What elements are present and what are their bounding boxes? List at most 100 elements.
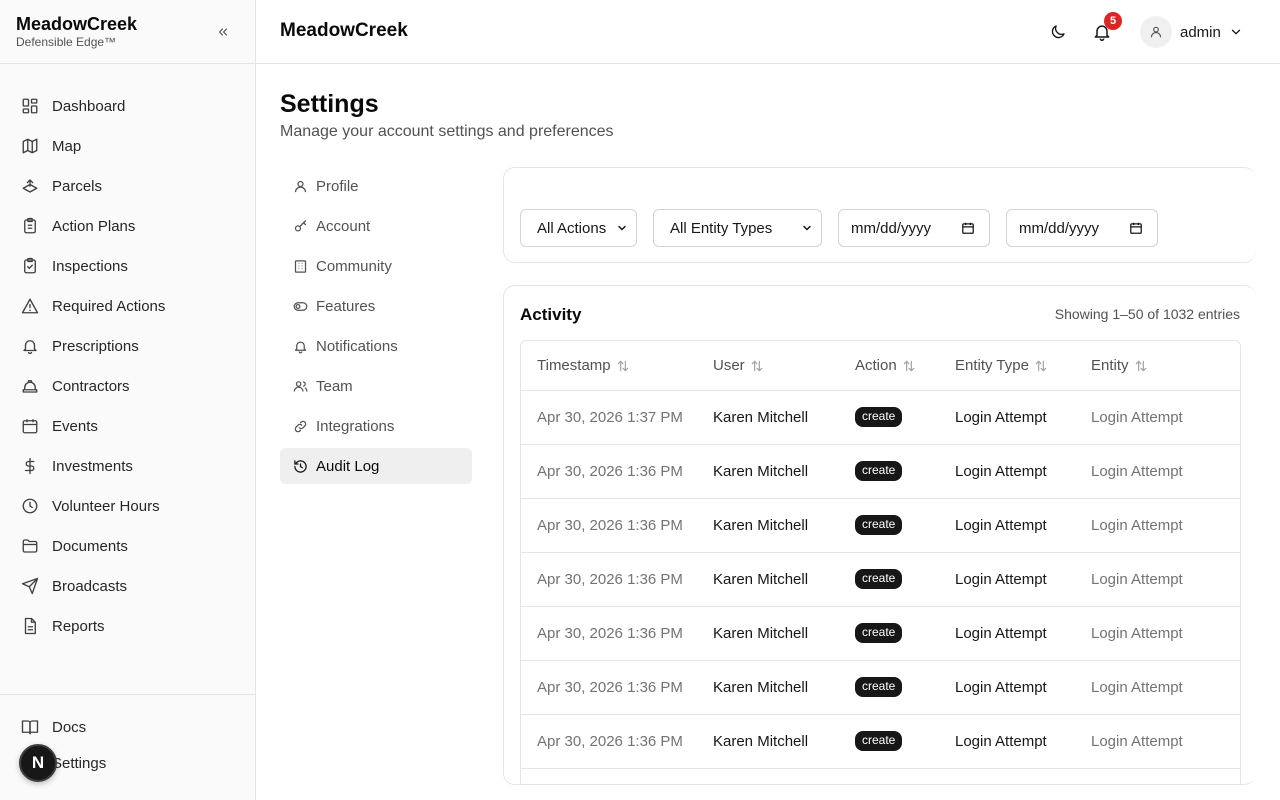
table-row[interactable]: Apr 30, 2026 1:36 PM Karen Mitchell crea… <box>521 607 1240 661</box>
action-badge: create <box>855 677 903 697</box>
cell-timestamp: Apr 30, 2026 1:36 PM <box>537 517 683 534</box>
cell-entity-type: Login Attempt <box>955 463 1047 480</box>
cell-user: Karen Mitchell <box>713 679 809 696</box>
sidebar-item-contractors[interactable]: Contractors <box>0 366 255 406</box>
settings-tab-notifications[interactable]: Notifications <box>280 328 472 364</box>
sidebar-item-label: Broadcasts <box>52 577 128 595</box>
cell-timestamp: Apr 30, 2026 1:36 PM <box>537 625 683 642</box>
cell-action: create <box>855 569 903 589</box>
cell-timestamp: Apr 30, 2026 1:36 PM <box>537 679 683 696</box>
activity-card: Activity Showing 1–50 of 1032 entries Ti… <box>503 285 1256 785</box>
sidebar-item-label: Action Plans <box>52 217 136 235</box>
table-row[interactable]: Apr 30, 2026 1:37 PM Karen Mitchell crea… <box>521 391 1240 445</box>
clipboard-check-icon <box>20 256 40 276</box>
sidebar-item-parcels[interactable]: Parcels <box>0 166 255 206</box>
book-icon <box>20 717 40 737</box>
sidebar-item-action-plans[interactable]: Action Plans <box>0 206 255 246</box>
settings-tab-features[interactable]: Features <box>280 288 472 324</box>
sidebar-item-docs[interactable]: Docs <box>0 709 255 745</box>
table-header: Timestamp User Action Entity Type Entity <box>521 341 1240 391</box>
column-label: User <box>713 357 745 374</box>
hard-hat-icon <box>20 376 40 396</box>
dollar-icon <box>20 456 40 476</box>
sidebar-item-label: Parcels <box>52 177 103 195</box>
settings-tab-team[interactable]: Team <box>280 368 472 404</box>
sidebar-item-investments[interactable]: Investments <box>0 446 255 486</box>
settings-tab-account[interactable]: Account <box>280 208 472 244</box>
cell-entity: Login Attempt <box>1091 625 1183 642</box>
cell-timestamp: Apr 30, 2026 1:36 PM <box>537 571 683 588</box>
column-header-timestamp[interactable]: Timestamp <box>537 357 630 374</box>
column-header-entity[interactable]: Entity <box>1091 357 1148 374</box>
sidebar-item-label: Required Actions <box>52 297 166 315</box>
sidebar-item-reports[interactable]: Reports <box>0 606 255 646</box>
settings-tab-label: Notifications <box>316 337 398 355</box>
settings-tab-community[interactable]: Community <box>280 248 472 284</box>
table-row[interactable]: Apr 30, 2026 1:36 PM Karen Mitchell crea… <box>521 499 1240 553</box>
sort-icon <box>750 359 764 373</box>
activity-title: Activity <box>520 305 582 324</box>
floating-dev-badge[interactable]: N <box>19 744 57 782</box>
cell-entity: Login Attempt <box>1091 463 1183 480</box>
sidebar-item-label: Investments <box>52 457 133 475</box>
settings-tab-integrations[interactable]: Integrations <box>280 408 472 444</box>
collapse-sidebar-button[interactable] <box>213 22 233 42</box>
action-filter-select[interactable]: All Actions <box>520 209 637 247</box>
column-header-entity-type[interactable]: Entity Type <box>955 357 1048 374</box>
entity-type-filter-select[interactable]: All Entity Types <box>653 209 822 247</box>
cell-entity-type: Login Attempt <box>955 679 1047 696</box>
top-header: MeadowCreek 5 admin <box>256 0 1280 64</box>
date-to-value: mm/dd/yyyy <box>1019 219 1100 237</box>
sidebar-item-broadcasts[interactable]: Broadcasts <box>0 566 255 606</box>
settings-tab-profile[interactable]: Profile <box>280 168 472 204</box>
sidebar-item-volunteer-hours[interactable]: Volunteer Hours <box>0 486 255 526</box>
column-header-action[interactable]: Action <box>855 357 916 374</box>
dashboard-icon <box>20 96 40 116</box>
link-icon <box>292 418 308 434</box>
sidebar-item-required-actions[interactable]: Required Actions <box>0 286 255 326</box>
sidebar-item-dashboard[interactable]: Dashboard <box>0 86 255 126</box>
brand: MeadowCreek Defensible Edge™ <box>0 0 255 64</box>
settings-tab-audit-log[interactable]: Audit Log <box>280 448 472 484</box>
cell-entity-type: Login Attempt <box>955 625 1047 642</box>
cell-action: create <box>855 731 903 751</box>
table-row[interactable]: Apr 30, 2026 1:36 PM Karen Mitchell crea… <box>521 661 1240 715</box>
user-menu-button[interactable]: admin <box>1140 16 1243 48</box>
cell-entity: Login Attempt <box>1091 409 1183 426</box>
cell-entity: Login Attempt <box>1091 571 1183 588</box>
sidebar-item-label: Settings <box>52 754 107 772</box>
header-title: MeadowCreek <box>280 20 408 41</box>
sort-icon <box>616 359 630 373</box>
bell-icon <box>20 336 40 356</box>
table-row[interactable]: Apr 30, 2026 1:36 PM Karen Mitchell crea… <box>521 445 1240 499</box>
sidebar-item-inspections[interactable]: Inspections <box>0 246 255 286</box>
sidebar-item-documents[interactable]: Documents <box>0 526 255 566</box>
clipboard-icon <box>20 216 40 236</box>
sidebar-item-events[interactable]: Events <box>0 406 255 446</box>
sidebar-item-label: Events <box>52 417 98 435</box>
sidebar-item-map[interactable]: Map <box>0 126 255 166</box>
map-icon <box>20 136 40 156</box>
date-to-input[interactable]: mm/dd/yyyy <box>1006 209 1158 247</box>
action-badge: create <box>855 407 903 427</box>
sidebar-nav: Dashboard Map Parcels Action Plans Inspe… <box>0 86 255 646</box>
toggle-icon <box>292 298 308 314</box>
column-label: Entity Type <box>955 357 1029 374</box>
report-icon <box>20 616 40 636</box>
column-header-user[interactable]: User <box>713 357 764 374</box>
table-row[interactable]: Apr 30, 2026 1:36 PM Karen Mitchell crea… <box>521 553 1240 607</box>
column-label: Timestamp <box>537 357 611 374</box>
page-title: Settings <box>280 90 379 118</box>
cell-action: create <box>855 623 903 643</box>
chevrons-left-icon <box>218 28 228 36</box>
settings-tab-label: Integrations <box>316 417 395 435</box>
page-subtitle: Manage your account settings and prefere… <box>280 123 614 140</box>
calendar-icon <box>20 416 40 436</box>
user-icon <box>1150 26 1162 38</box>
sidebar-item-prescriptions[interactable]: Prescriptions <box>0 326 255 366</box>
sidebar-item-label: Reports <box>52 617 105 635</box>
folder-icon <box>20 536 40 556</box>
theme-toggle-button[interactable] <box>1046 20 1070 44</box>
date-from-input[interactable]: mm/dd/yyyy <box>838 209 990 247</box>
table-row[interactable]: Apr 30, 2026 1:36 PM Karen Mitchell crea… <box>521 715 1240 769</box>
